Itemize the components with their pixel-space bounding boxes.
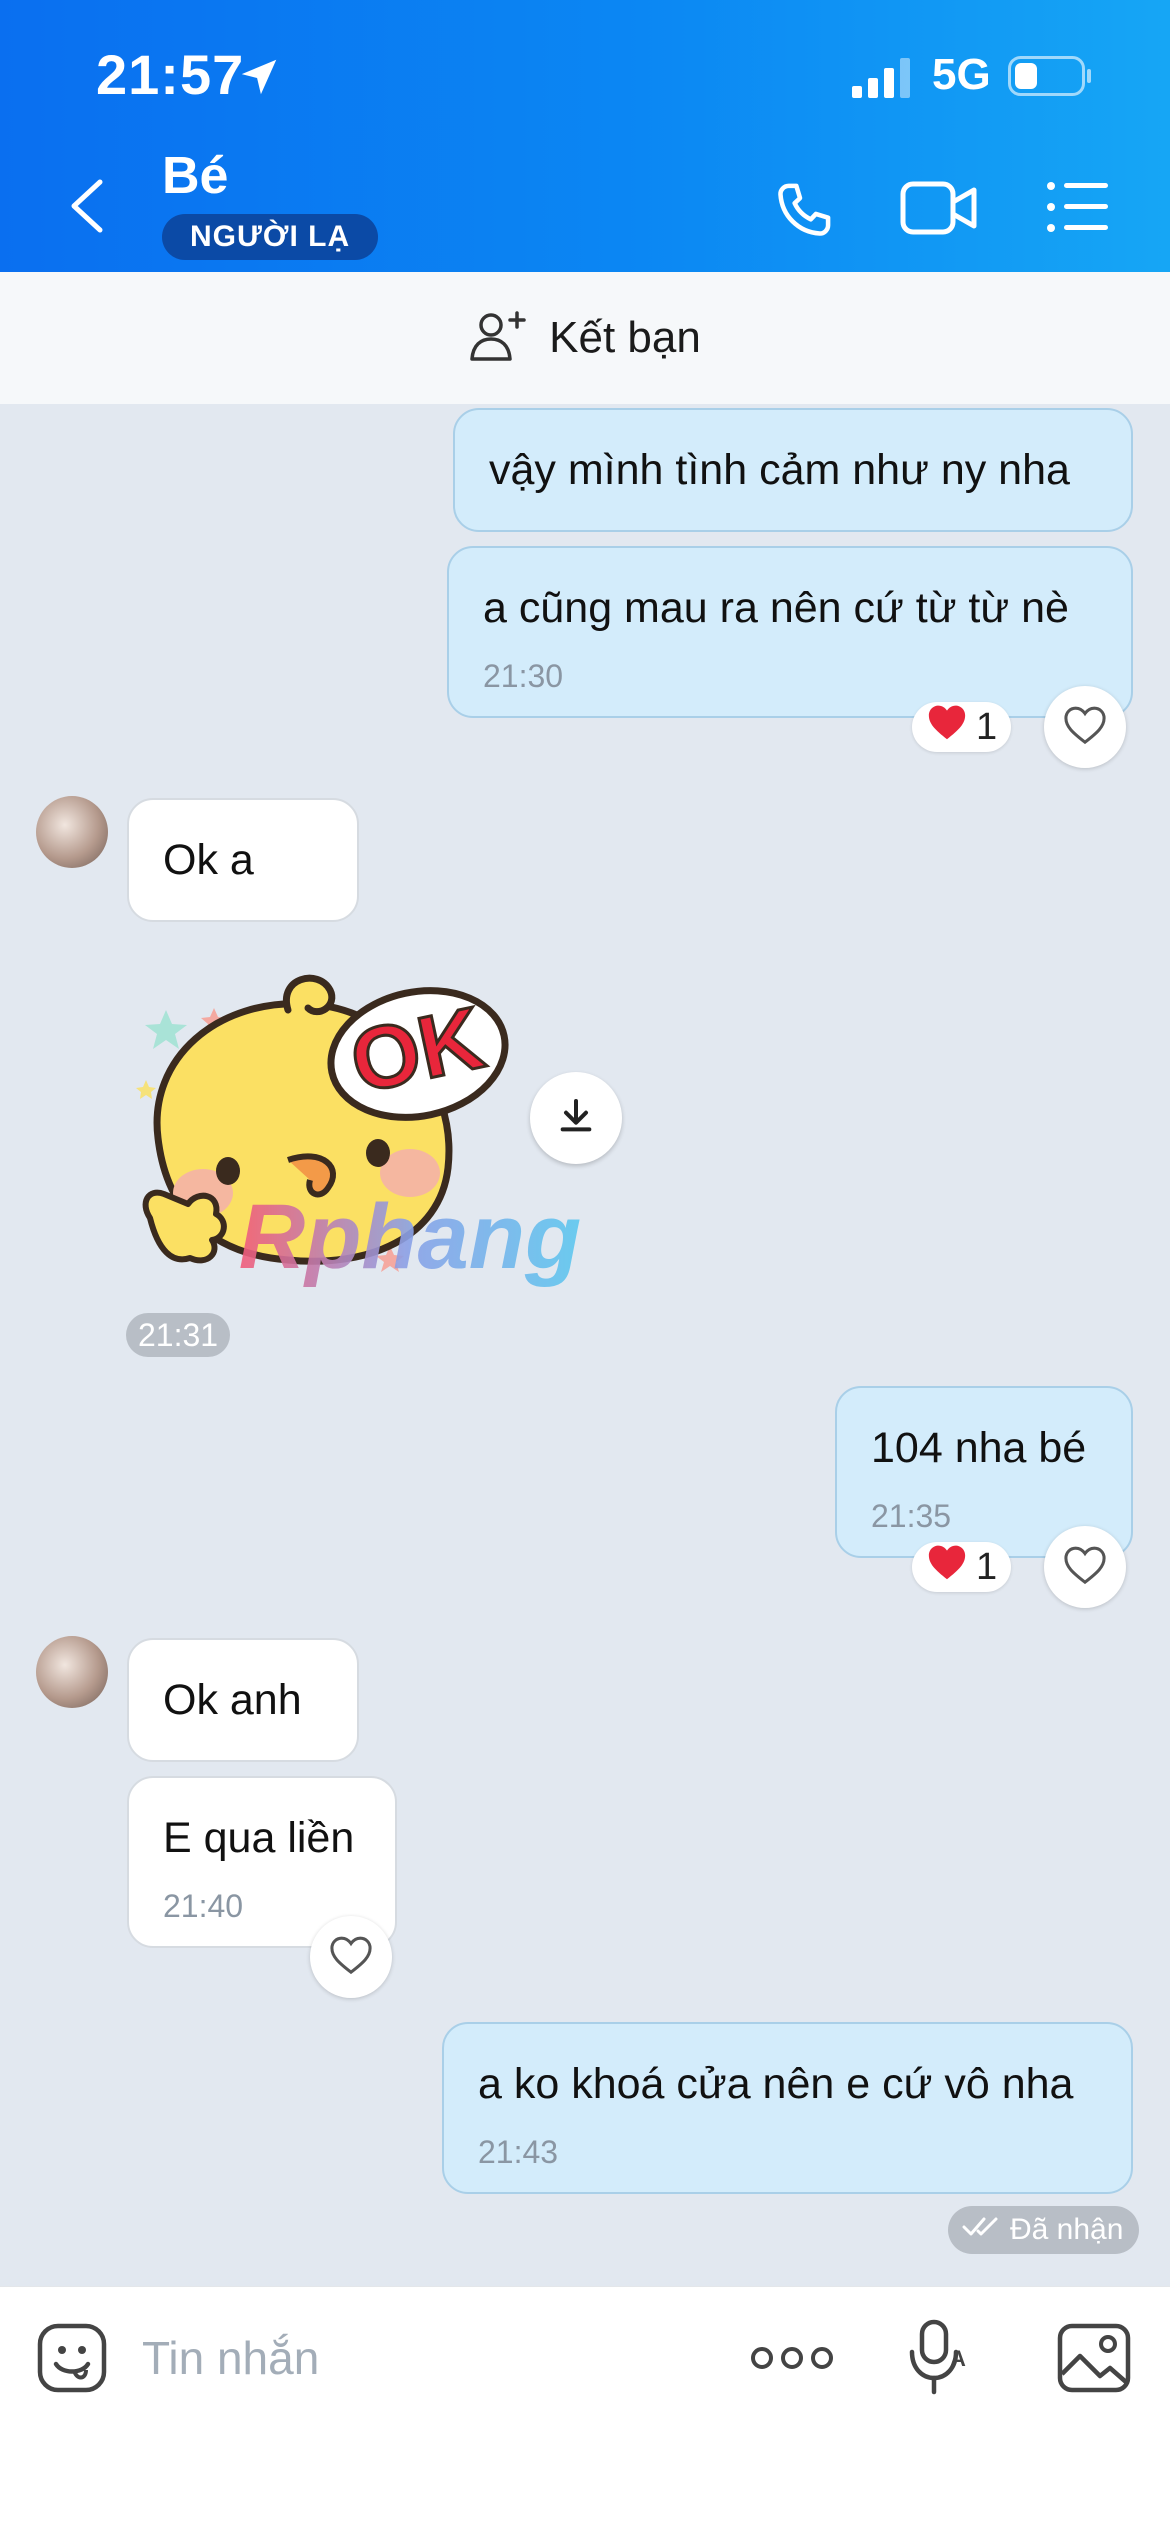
outgoing-message[interactable]: vậy mình tình cảm như ny nha xyxy=(453,408,1133,532)
message-time: 21:40 xyxy=(163,1888,244,1924)
outgoing-message[interactable]: a cũng mau ra nên cứ từ từ nè 21:30 xyxy=(447,546,1133,718)
reaction-chip[interactable]: 1 xyxy=(912,1542,1012,1592)
message-text: Ok anh xyxy=(163,1676,302,1724)
avatar[interactable] xyxy=(36,796,108,868)
message-text: a cũng mau ra nên cứ từ từ nè xyxy=(483,584,1069,632)
heart-icon xyxy=(1062,1544,1108,1591)
download-button[interactable] xyxy=(530,1072,622,1164)
avatar[interactable] xyxy=(36,1636,108,1708)
signal-icon xyxy=(852,58,914,103)
heart-icon xyxy=(1062,704,1108,751)
svg-text:A: A xyxy=(950,2346,966,2371)
back-chevron-icon[interactable] xyxy=(64,176,110,241)
sticker[interactable]: OK Rphang xyxy=(128,968,768,1308)
message-time: 21:30 xyxy=(483,658,564,694)
reaction-count: 1 xyxy=(976,705,998,748)
message-input[interactable] xyxy=(140,2318,684,2398)
message-text: 104 nha bé xyxy=(871,1424,1087,1472)
location-arrow-icon xyxy=(236,54,282,105)
message-time: 21:43 xyxy=(478,2134,559,2170)
more-dots-icon[interactable] xyxy=(750,2340,834,2381)
like-button[interactable] xyxy=(310,1916,392,1998)
phone-icon[interactable] xyxy=(770,176,838,249)
incoming-message[interactable]: Ok a xyxy=(127,798,359,922)
message-text: Ok a xyxy=(163,836,254,884)
message-text: a ko khoá cửa nên e cứ vô nha xyxy=(478,2060,1074,2108)
message-time: 21:35 xyxy=(871,1498,952,1534)
contact-name[interactable]: Bé xyxy=(162,146,228,206)
image-icon[interactable] xyxy=(1056,2322,1132,2399)
like-button[interactable] xyxy=(1044,686,1126,768)
battery-icon xyxy=(1008,56,1092,101)
reaction-chip[interactable]: 1 xyxy=(912,702,1012,752)
network-type: 5G xyxy=(932,50,991,99)
download-icon xyxy=(556,1096,596,1141)
watermark: Rphang xyxy=(239,1186,581,1288)
like-button[interactable] xyxy=(1044,1526,1126,1608)
add-user-icon xyxy=(469,309,529,368)
voice-mic-icon[interactable]: A xyxy=(904,2318,968,2403)
heart-icon xyxy=(926,1543,968,1591)
reaction-count: 1 xyxy=(976,1545,998,1588)
message-text: vậy mình tình cảm như ny nha xyxy=(489,446,1070,494)
delivery-status-text: Đã nhận xyxy=(1010,2213,1124,2246)
incoming-message[interactable]: Ok anh xyxy=(127,1638,359,1762)
video-camera-icon[interactable] xyxy=(900,178,978,243)
delivery-status: Đã nhận xyxy=(948,2206,1140,2254)
outgoing-message[interactable]: a ko khoá cửa nên e cứ vô nha 21:43 xyxy=(442,2022,1133,2194)
message-text: E qua liền xyxy=(163,1814,355,1862)
stranger-badge: NGƯỜI LẠ xyxy=(162,214,379,260)
message-time: 21:31 xyxy=(126,1313,231,1357)
heart-icon xyxy=(926,703,968,751)
add-friend-label: Kết bạn xyxy=(549,313,701,362)
double-check-icon xyxy=(962,2206,1002,2254)
add-friend-bar[interactable]: Kết bạn xyxy=(0,272,1170,404)
heart-icon xyxy=(328,1934,374,1981)
status-time: 21:57 xyxy=(96,43,245,106)
list-menu-icon[interactable] xyxy=(1046,180,1110,239)
emoji-icon[interactable] xyxy=(36,2322,108,2399)
